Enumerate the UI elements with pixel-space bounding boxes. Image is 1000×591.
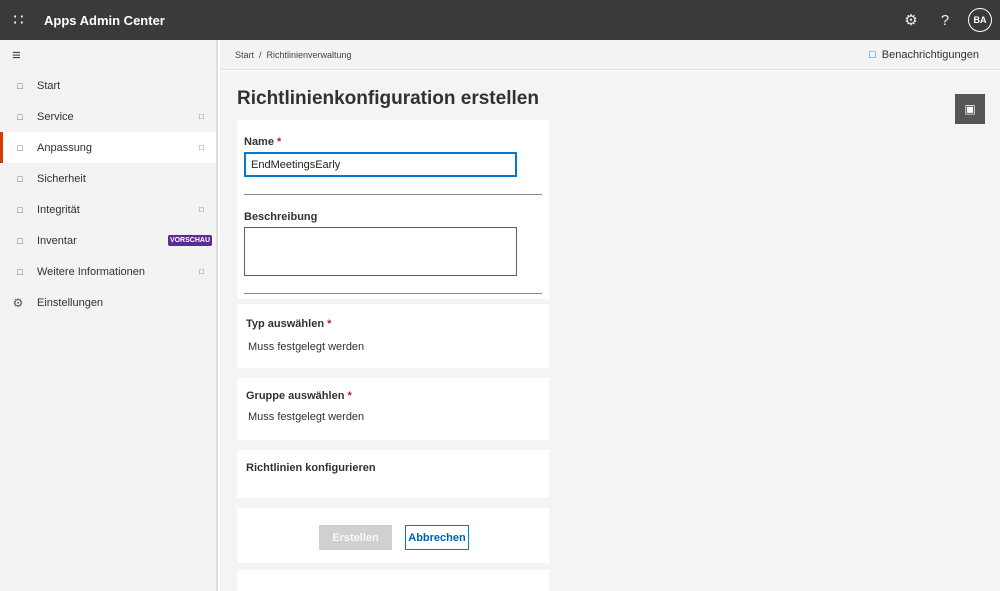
required-mark: * xyxy=(347,390,352,402)
sidebar-item-service[interactable]: □ Service □ xyxy=(0,101,216,132)
description-label: Beschreibung xyxy=(244,211,318,223)
group-value: Muss festgelegt werden xyxy=(248,411,365,423)
customize-icon: □ xyxy=(17,142,23,153)
sidebar-item-label: Sicherheit xyxy=(37,172,86,185)
type-title-text: Typ auswählen xyxy=(246,318,325,330)
gear-icon[interactable]: ⚙ xyxy=(894,0,928,40)
notifications-button[interactable]: □ Benachrichtigungen xyxy=(869,49,979,61)
main-content: Richtlinienkonfiguration erstellen ▣ Nam… xyxy=(220,71,1000,591)
breadcrumb-bar: Start / Richtlinienverwaltung □ Benachri… xyxy=(220,40,1000,70)
divider xyxy=(244,194,542,195)
app-title[interactable]: Apps Admin Center xyxy=(44,13,165,28)
sidebar-item-integritaet[interactable]: □ Integrität □ xyxy=(0,194,216,225)
required-mark: * xyxy=(277,136,282,148)
name-label: Name * xyxy=(244,136,281,148)
page-title: Richtlinienkonfiguration erstellen xyxy=(237,88,539,109)
group-section[interactable]: Gruppe auswählen * Muss festgelegt werde… xyxy=(237,378,549,440)
sidebar-item-inventar[interactable]: □ Inventar VORSCHAU xyxy=(0,225,216,256)
configure-section[interactable]: Richtlinien konfigurieren xyxy=(237,450,549,498)
sidebar-item-start[interactable]: □ Start xyxy=(0,70,216,101)
required-mark: * xyxy=(327,318,332,330)
preview-badge: VORSCHAU xyxy=(167,235,212,246)
type-value: Muss festgelegt werden xyxy=(248,341,365,353)
description-field[interactable] xyxy=(244,227,517,276)
home-icon: □ xyxy=(17,80,23,91)
section-gap xyxy=(237,368,549,378)
type-title: Typ auswählen * xyxy=(246,318,331,330)
sidebar: ≡ □ Start □ Service □ □ Anpassung □ □ Si… xyxy=(0,40,218,591)
chevron-down-icon: □ xyxy=(199,205,204,214)
create-button[interactable]: Erstellen xyxy=(319,525,392,550)
cancel-button[interactable]: Abbrechen xyxy=(405,525,469,550)
notifications-label: Benachrichtigungen xyxy=(881,48,979,61)
group-title-text: Gruppe auswählen xyxy=(246,390,345,402)
waffle-icon[interactable]: ∷ xyxy=(0,0,36,40)
sidebar-item-label: Start xyxy=(37,79,61,92)
sidebar-item-label: Weitere Informationen xyxy=(37,265,146,278)
avatar[interactable]: BA xyxy=(968,8,992,32)
sidebar-item-label: Inventar xyxy=(37,234,77,247)
section-gap xyxy=(237,563,549,570)
health-icon: □ xyxy=(17,204,23,215)
sidebar-item-sicherheit[interactable]: □ Sicherheit xyxy=(0,163,216,194)
chevron-down-icon: □ xyxy=(199,143,204,152)
security-icon: □ xyxy=(17,173,23,184)
top-bar-actions: ⚙ ? BA xyxy=(894,0,1000,40)
section-gap xyxy=(237,498,549,508)
name-field[interactable] xyxy=(244,152,517,177)
type-section[interactable]: Typ auswählen * Muss festgelegt werden xyxy=(237,304,549,368)
settings-icon: ⚙ xyxy=(12,295,24,310)
info-icon: □ xyxy=(17,266,23,277)
divider xyxy=(244,293,542,294)
policy-form: Name * Beschreibung Typ auswählen * Muss… xyxy=(237,120,549,591)
chevron-down-icon: □ xyxy=(199,267,204,276)
notification-icon: □ xyxy=(869,48,876,61)
section-gap xyxy=(237,440,549,450)
sidebar-item-label: Einstellungen xyxy=(37,296,104,309)
feedback-icon[interactable]: ▣ xyxy=(955,94,985,124)
sidebar-item-label: Service xyxy=(37,110,74,123)
sidebar-item-label: Integrität xyxy=(37,203,80,216)
top-bar: ∷ Apps Admin Center ⚙ ? BA xyxy=(0,0,1000,40)
service-icon: □ xyxy=(17,111,23,122)
help-icon[interactable]: ? xyxy=(928,0,962,40)
configure-title: Richtlinien konfigurieren xyxy=(246,462,376,474)
sidebar-item-label: Anpassung xyxy=(37,141,93,154)
inventory-icon: □ xyxy=(17,235,23,246)
sidebar-item-weitere-informationen[interactable]: □ Weitere Informationen □ xyxy=(0,256,216,287)
sidebar-item-anpassung[interactable]: □ Anpassung □ xyxy=(0,132,216,163)
name-label-text: Name xyxy=(244,136,274,148)
chevron-down-icon: □ xyxy=(199,112,204,121)
breadcrumb[interactable]: Start / Richtlinienverwaltung xyxy=(235,50,352,60)
sidebar-item-einstellungen[interactable]: ⚙ Einstellungen xyxy=(0,287,216,318)
group-title: Gruppe auswählen * xyxy=(246,390,352,402)
hamburger-menu-icon[interactable]: ≡ xyxy=(0,40,216,70)
